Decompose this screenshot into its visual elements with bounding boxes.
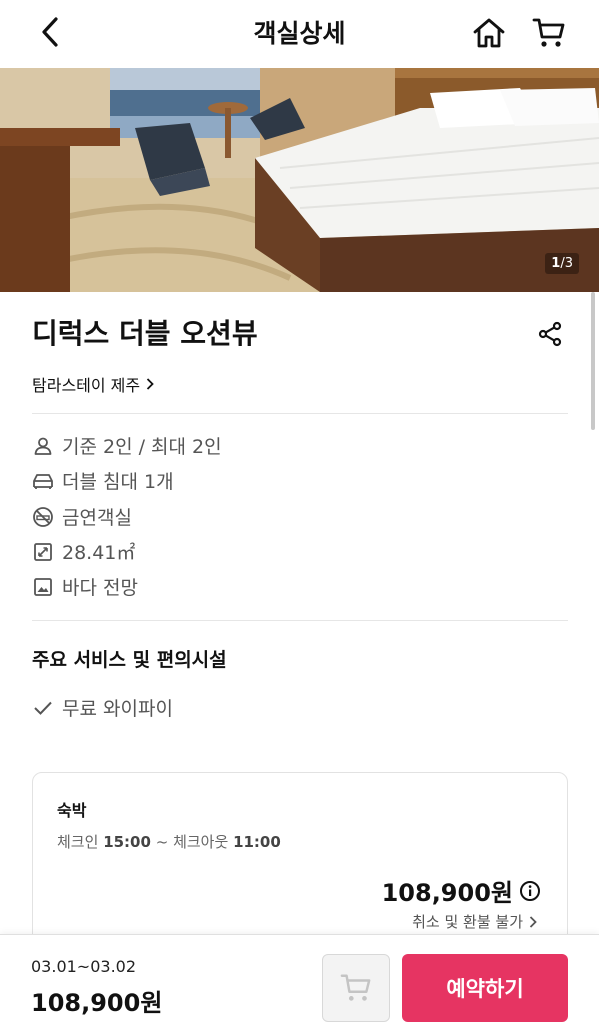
room-photo-gallery[interactable]: 1/3 [0,68,599,292]
booking-total-price: 108,900원 [31,989,163,1017]
share-button[interactable] [533,317,567,351]
info-view-text: 바다 전망 [62,577,138,599]
chevron-right-icon [529,915,537,928]
service-item-label: 무료 와이파이 [62,698,173,720]
bottom-booking-bar: 03.01~03.02 108,900원 예약하기 [0,934,599,1024]
services-title: 주요 서비스 및 편의시설 [32,649,227,671]
add-to-cart-button[interactable] [322,954,390,1022]
info-bed-text: 더블 침대 1개 [62,471,174,493]
photo-counter-current: 1 [551,256,561,271]
home-button[interactable] [468,12,510,54]
cart-icon [532,18,565,47]
checkin-checkout-info: 체크인 15:00 ~ 체크아웃 11:00 [57,831,281,852]
stay-type-label: 숙박 [57,801,87,820]
checkin-label: 체크인 [57,833,99,851]
info-area-text: 28.41㎡ [62,542,136,564]
time-separator: ~ [155,833,169,851]
scrollbar[interactable] [591,292,595,430]
cart-icon [340,974,371,1001]
info-bed: 더블 침대 1개 [32,467,174,494]
cart-button[interactable] [528,12,570,54]
info-icon[interactable] [519,880,541,902]
top-app-bar: 객실상세 [0,0,599,68]
share-icon [538,321,562,347]
service-item: 무료 와이파이 [32,694,173,721]
checkout-label: 체크아웃 [173,833,229,851]
info-smoking-text: 금연객실 [62,507,132,529]
bed-icon [32,470,54,492]
hotel-name: 탐라스테이 제주 [32,376,141,395]
refund-policy-text: 취소 및 환불 불가 [412,913,523,931]
divider [32,413,568,414]
stay-price-value: 108,900원 [381,879,513,907]
photo-counter: 1/3 [545,253,579,274]
check-icon [34,701,52,715]
photo-counter-total: /3 [560,256,573,271]
stay-price: 108,900원 [382,873,541,908]
book-button[interactable]: 예약하기 [402,954,568,1022]
info-capacity-text: 기준 2인 / 최대 2인 [62,436,222,458]
info-capacity: 기준 2인 / 최대 2인 [32,432,222,459]
person-icon [32,435,54,457]
divider [32,620,568,621]
no-smoking-icon [32,506,54,528]
view-icon [32,576,54,598]
checkin-time: 15:00 [103,833,151,851]
checkout-time: 11:00 [233,833,281,851]
booking-dates: 03.01~03.02 [31,957,137,976]
info-area: 28.41㎡ [32,538,135,565]
refund-policy-link[interactable]: 취소 및 환불 불가 [412,911,537,932]
area-icon [32,541,54,563]
room-name: 디럭스 더블 오션뷰 [32,317,258,350]
chevron-right-icon [147,378,154,390]
info-view: 바다 전망 [32,573,138,600]
info-smoking: 금연객실 [32,503,132,530]
hotel-link[interactable]: 탐라스테이 제주 [32,372,154,396]
home-icon [473,18,505,48]
room-photo [0,68,599,292]
